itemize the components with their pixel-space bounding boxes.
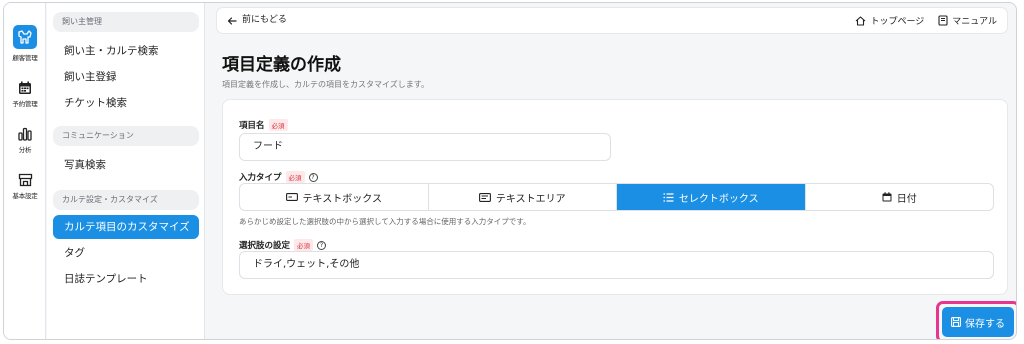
book-icon (938, 15, 948, 26)
section-header-chart-settings: カルテ設定・カスタマイズ (53, 190, 199, 210)
input-type-textarea[interactable]: テキストエリア (429, 184, 617, 210)
sidebar-item-owner-register[interactable]: 飼い主登録 (53, 65, 199, 89)
rail-label: 顧客管理 (12, 54, 38, 62)
sidebar-item-photo-search[interactable]: 写真検索 (53, 153, 199, 177)
manual-label: マニュアル (952, 17, 997, 27)
dog-icon (13, 25, 37, 49)
sidebar-item-owner-search[interactable]: 飼い主・カルテ検索 (53, 39, 199, 63)
option-label: テキストエリア (495, 193, 566, 205)
calendar-icon (19, 81, 31, 94)
input-type-hint: あらかじめ設定した選択肢の中から選択して入力する場合に使用する入力タイプです。 (239, 217, 531, 226)
list-icon (663, 192, 674, 202)
page-title: 項目定義の作成 (222, 55, 341, 75)
home-icon (856, 15, 866, 26)
item-name-label-text: 項目名 (239, 121, 265, 131)
required-badge: 必須 (268, 119, 288, 131)
input-type-selector: テキストボックス テキストエリア セレクトボックス 日付 (239, 183, 994, 211)
app-window: 顧客管理 予約管理 分析 基本設定 飼い主管理 飼い主・カルテ検索 飼い主登録 … (3, 2, 1017, 340)
item-name-label: 項目名 必須 (239, 119, 288, 131)
textarea-icon (478, 192, 491, 202)
choices-label-text: 選択肢の設定 (239, 241, 291, 251)
help-icon[interactable]: ? (317, 240, 327, 250)
sidebar: 飼い主管理 飼い主・カルテ検索 飼い主登録 チケット検索 コミュニケーション 写… (47, 3, 205, 339)
icon-rail: 顧客管理 予約管理 分析 基本設定 (4, 3, 46, 339)
top-links: トップページ マニュアル (855, 8, 997, 33)
manual-link[interactable]: マニュアル (938, 14, 997, 27)
help-icon[interactable]: ? (308, 172, 318, 182)
required-badge: 必須 (285, 171, 305, 183)
back-label: 前にもどる (242, 15, 287, 25)
main-content: 前にもどる トップページ マニュアル 項目定義の作成 項目定義を作成し、カルテの… (206, 3, 1016, 339)
option-label: 日付 (896, 193, 917, 205)
input-type-label-text: 入力タイプ (239, 173, 282, 183)
choices-label: 選択肢の設定 必須 ? (239, 239, 327, 251)
rail-label: 分析 (18, 146, 32, 154)
option-label: テキストボックス (302, 193, 382, 205)
section-header-owner: 飼い主管理 (53, 12, 199, 32)
rail-item-analysis[interactable]: 分析 (4, 127, 46, 154)
rail-label: 基本設定 (12, 192, 38, 200)
input-type-textbox[interactable]: テキストボックス (240, 184, 429, 210)
calendar-icon (882, 192, 892, 202)
bar-chart-icon (18, 127, 32, 141)
top-page-label: トップページ (870, 17, 925, 27)
rail-item-reservation[interactable]: 予約管理 (4, 81, 46, 108)
choices-input[interactable]: ドライ,ウェット,その他 (239, 251, 994, 279)
store-icon (18, 173, 32, 187)
textbox-icon (285, 193, 298, 201)
input-type-label: 入力タイプ 必須 ? (239, 171, 318, 183)
sidebar-item-tags[interactable]: タグ (53, 241, 199, 265)
rail-item-settings[interactable]: 基本設定 (4, 173, 46, 200)
rail-item-customer[interactable]: 顧客管理 (4, 25, 46, 62)
save-button[interactable]: 保存する (942, 307, 1014, 337)
input-type-date[interactable]: 日付 (806, 184, 994, 210)
rail-label: 予約管理 (12, 100, 38, 108)
option-label: セレクトボックス (678, 193, 759, 205)
save-label: 保存する (965, 318, 1005, 330)
top-page-link[interactable]: トップページ (855, 14, 924, 27)
top-bar: 前にもどる トップページ マニュアル (216, 7, 1008, 34)
section-header-communication: コミュニケーション (53, 126, 199, 146)
save-icon (951, 317, 961, 327)
input-type-selectbox[interactable]: セレクトボックス (617, 184, 806, 210)
arrow-left-icon (227, 16, 237, 25)
item-name-input[interactable]: フード (239, 133, 611, 161)
form-card: 項目名 必須 フード 入力タイプ 必須 ? テキストボックス テキストエリア セ… (222, 99, 1008, 295)
page-description: 項目定義を作成し、カルテの項目をカスタマイズします。 (222, 80, 429, 89)
back-link[interactable]: 前にもどる (227, 8, 287, 33)
required-badge: 必須 (294, 239, 314, 251)
sidebar-item-journal-template[interactable]: 日誌テンプレート (53, 267, 199, 291)
sidebar-item-chart-customize[interactable]: カルテ項目のカスタマイズ (53, 215, 199, 239)
sidebar-item-ticket-search[interactable]: チケット検索 (53, 91, 199, 115)
